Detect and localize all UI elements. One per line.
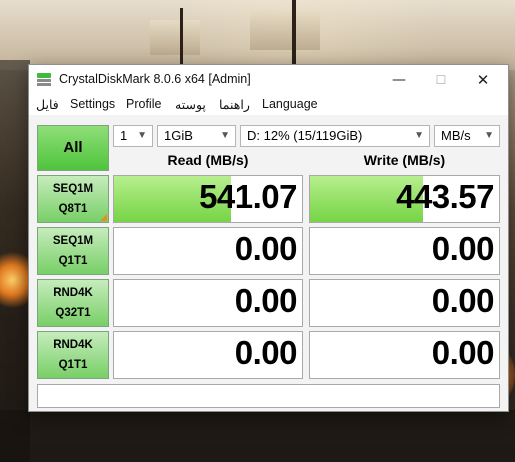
menu-theme[interactable]: پوسته [175, 97, 206, 112]
wallpaper-shadow [0, 410, 515, 462]
read-result-value: 0.00 [234, 334, 298, 371]
wallpaper-sail [250, 10, 320, 50]
chevron-down-icon: ▼ [414, 130, 424, 141]
read-result-value: 0.00 [234, 282, 298, 319]
test-name: RND4K [53, 287, 93, 299]
maximize-button[interactable]: ☐ [420, 65, 462, 95]
read-result-value: 0.00 [234, 230, 298, 267]
write-result-box: 443.57 [309, 175, 500, 223]
menu-profile[interactable]: Profile [126, 97, 161, 111]
chevron-down-icon: ▼ [484, 130, 494, 141]
comment-field[interactable] [37, 384, 500, 408]
test-name: RND4K [53, 339, 93, 351]
write-result-value: 0.00 [431, 334, 495, 371]
test-params: Q1T1 [58, 359, 88, 371]
drive-select[interactable]: D: 12% (15/119GiB) ▼ [240, 125, 430, 147]
test-button-rnd4k-q1t1[interactable]: RND4K Q1T1 [37, 331, 109, 379]
test-button-rnd4k-q32t1[interactable]: RND4K Q32T1 [37, 279, 109, 327]
wallpaper-sail [150, 20, 200, 55]
test-name: SEQ1M [52, 235, 94, 247]
read-result-box: 0.00 [113, 331, 303, 379]
progress-corner-mark [100, 214, 107, 221]
chevron-down-icon: ▼ [137, 130, 147, 141]
chevron-down-icon: ▼ [220, 130, 230, 141]
title-bar[interactable]: CrystalDiskMark 8.0.6 x64 [Admin] — ☐ ✕ [29, 65, 508, 95]
menu-settings[interactable]: Settings [70, 97, 115, 111]
test-params: Q32T1 [55, 307, 91, 319]
wallpaper-mast [180, 8, 183, 68]
menu-help[interactable]: راهنما [219, 97, 250, 112]
write-result-box: 0.00 [309, 279, 500, 327]
main-panel: All 1 ▼ 1GiB ▼ D: 12% (15/119GiB) ▼ MB/s… [29, 115, 508, 411]
menu-language[interactable]: Language [262, 97, 318, 111]
test-params: Q1T1 [58, 255, 88, 267]
read-result-box: 541.07 [113, 175, 303, 223]
read-result-value: 541.07 [199, 178, 297, 215]
menu-bar: فایل Settings Profile پوسته راهنما Langu… [29, 95, 508, 115]
unit-value: MB/s [441, 128, 471, 143]
write-result-value: 0.00 [431, 282, 495, 319]
test-button-seq1m-q8t1[interactable]: SEQ1M Q8T1 [37, 175, 109, 223]
test-count-select[interactable]: 1 ▼ [113, 125, 153, 147]
window-title: CrystalDiskMark 8.0.6 x64 [Admin] [59, 72, 251, 86]
drive-value: D: 12% (15/119GiB) [247, 128, 363, 143]
unit-select[interactable]: MB/s ▼ [434, 125, 500, 147]
all-tests-button[interactable]: All [37, 125, 109, 171]
write-result-value: 443.57 [396, 178, 494, 215]
test-count-value: 1 [120, 128, 128, 143]
close-button[interactable]: ✕ [462, 65, 504, 95]
minimize-button[interactable]: — [378, 65, 420, 95]
read-column-header: Read (MB/s) [167, 152, 249, 168]
test-button-seq1m-q1t1[interactable]: SEQ1M Q1T1 [37, 227, 109, 275]
test-name: SEQ1M [52, 183, 94, 195]
write-column-header: Write (MB/s) [363, 152, 446, 168]
test-params: Q8T1 [58, 203, 88, 215]
write-result-box: 0.00 [309, 331, 500, 379]
test-size-select[interactable]: 1GiB ▼ [157, 125, 236, 147]
menu-file[interactable]: فایل [36, 97, 59, 112]
write-result-value: 0.00 [431, 230, 495, 267]
read-result-box: 0.00 [113, 279, 303, 327]
wallpaper-mast [292, 0, 296, 70]
crystaldiskmark-app-icon [37, 73, 51, 87]
write-result-box: 0.00 [309, 227, 500, 275]
test-size-value: 1GiB [164, 128, 193, 143]
read-result-box: 0.00 [113, 227, 303, 275]
crystaldiskmark-window: CrystalDiskMark 8.0.6 x64 [Admin] — ☐ ✕ … [28, 64, 509, 412]
